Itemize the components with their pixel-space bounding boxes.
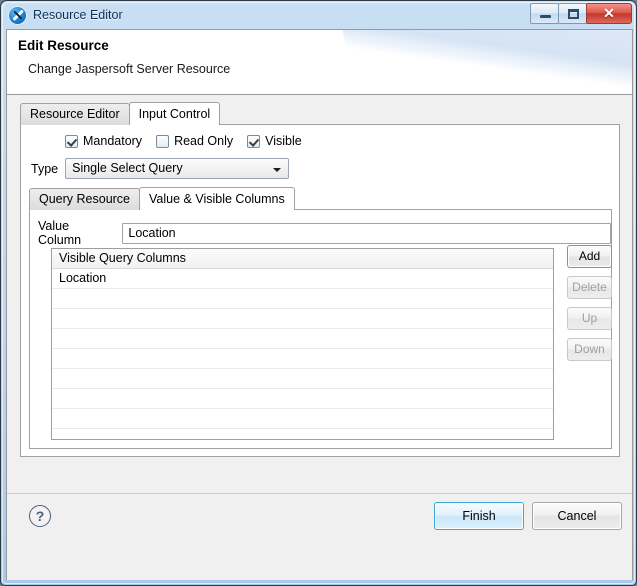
delete-button: Delete bbox=[567, 276, 612, 299]
close-icon: ✕ bbox=[603, 4, 615, 21]
close-button[interactable]: ✕ bbox=[586, 2, 632, 24]
visible-query-columns-table[interactable]: Visible Query Columns Location bbox=[51, 248, 554, 440]
checkbox-mandatory-box[interactable] bbox=[65, 134, 78, 148]
flags-checkbox-row: Mandatory Read Only Visible bbox=[65, 134, 302, 148]
type-field-row: Type Single Select Query bbox=[31, 158, 290, 179]
table-row[interactable] bbox=[52, 309, 553, 329]
cancel-button[interactable]: Cancel bbox=[532, 502, 622, 530]
checkbox-mandatory-label: Mandatory bbox=[83, 134, 143, 148]
maximize-button[interactable] bbox=[558, 2, 587, 24]
input-control-panel: Mandatory Read Only Visible Type Single … bbox=[20, 124, 620, 457]
table-row[interactable] bbox=[52, 349, 553, 369]
maximize-icon bbox=[568, 8, 579, 19]
checkbox-read-only[interactable]: Read Only bbox=[156, 134, 233, 148]
value-column-label: Value Column bbox=[38, 219, 82, 247]
type-label: Type bbox=[31, 161, 59, 176]
window-titlebar[interactable]: Resource Editor ✕ bbox=[1, 1, 636, 29]
footer-inner: ? Finish Cancel bbox=[7, 494, 632, 580]
tab-query-resource[interactable]: Query Resource bbox=[29, 188, 141, 210]
dialog-header: Edit Resource Change Jaspersoft Server R… bbox=[7, 30, 632, 95]
down-button: Down bbox=[567, 338, 612, 361]
checkbox-read-only-box[interactable] bbox=[156, 134, 170, 148]
up-button: Up bbox=[567, 307, 612, 330]
tab-value-visible-columns-label: Value & Visible Columns bbox=[149, 192, 285, 206]
add-button[interactable]: Add bbox=[567, 245, 612, 268]
help-icon[interactable]: ? bbox=[29, 505, 51, 527]
chevron-down-icon bbox=[273, 168, 282, 172]
type-select[interactable]: Single Select Query bbox=[65, 158, 290, 179]
tab-query-resource-label: Query Resource bbox=[39, 192, 131, 206]
inner-tab-bar: Query Resource Value & Visible Columns bbox=[29, 187, 295, 210]
value-column-row: Value Column bbox=[38, 219, 611, 247]
dialog-footer: ? Finish Cancel bbox=[7, 493, 632, 580]
checkbox-mandatory[interactable]: Mandatory bbox=[65, 134, 142, 148]
tab-resource-editor-label: Resource Editor bbox=[30, 107, 120, 121]
table-row[interactable] bbox=[52, 369, 553, 389]
page-title: Edit Resource bbox=[18, 38, 109, 53]
checkbox-read-only-label: Read Only bbox=[174, 134, 234, 148]
table-row[interactable] bbox=[52, 429, 553, 439]
tab-input-control-label: Input Control bbox=[138, 107, 211, 121]
table-row[interactable] bbox=[52, 389, 553, 409]
type-select-value: Single Select Query bbox=[72, 161, 183, 175]
checkbox-visible[interactable]: Visible bbox=[247, 134, 302, 148]
table-row[interactable] bbox=[52, 409, 553, 429]
dialog-client-area: Edit Resource Change Jaspersoft Server R… bbox=[6, 29, 633, 580]
table-row[interactable]: Location bbox=[52, 269, 553, 289]
resource-editor-window: Resource Editor ✕ Edit Resource Change J… bbox=[0, 0, 637, 586]
page-subtitle: Change Jaspersoft Server Resource bbox=[28, 62, 231, 76]
jaspersoft-icon bbox=[9, 6, 26, 24]
dialog-body: Resource Editor Input Control Mandatory bbox=[7, 95, 632, 494]
outer-tab-bar: Resource Editor Input Control bbox=[20, 102, 221, 125]
window-controls: ✕ bbox=[530, 2, 632, 24]
value-visible-columns-panel: Value Column Visible Query Columns Locat… bbox=[29, 209, 612, 449]
tab-resource-editor[interactable]: Resource Editor bbox=[20, 103, 130, 125]
tab-value-visible-columns[interactable]: Value & Visible Columns bbox=[139, 187, 295, 210]
checkbox-visible-box[interactable] bbox=[247, 134, 261, 148]
finish-button[interactable]: Finish bbox=[434, 502, 524, 530]
checkbox-visible-label: Visible bbox=[265, 134, 302, 148]
tab-input-control[interactable]: Input Control bbox=[128, 102, 221, 125]
table-action-buttons: Add Delete Up Down bbox=[567, 245, 612, 361]
table-row[interactable] bbox=[52, 289, 553, 309]
window-title: Resource Editor bbox=[33, 8, 123, 22]
header-sheen-decoration bbox=[324, 30, 632, 94]
minimize-icon bbox=[540, 14, 551, 18]
table-row[interactable] bbox=[52, 329, 553, 349]
minimize-button[interactable] bbox=[530, 2, 559, 24]
table-column-header: Visible Query Columns bbox=[52, 249, 553, 269]
value-column-input[interactable] bbox=[122, 222, 611, 244]
